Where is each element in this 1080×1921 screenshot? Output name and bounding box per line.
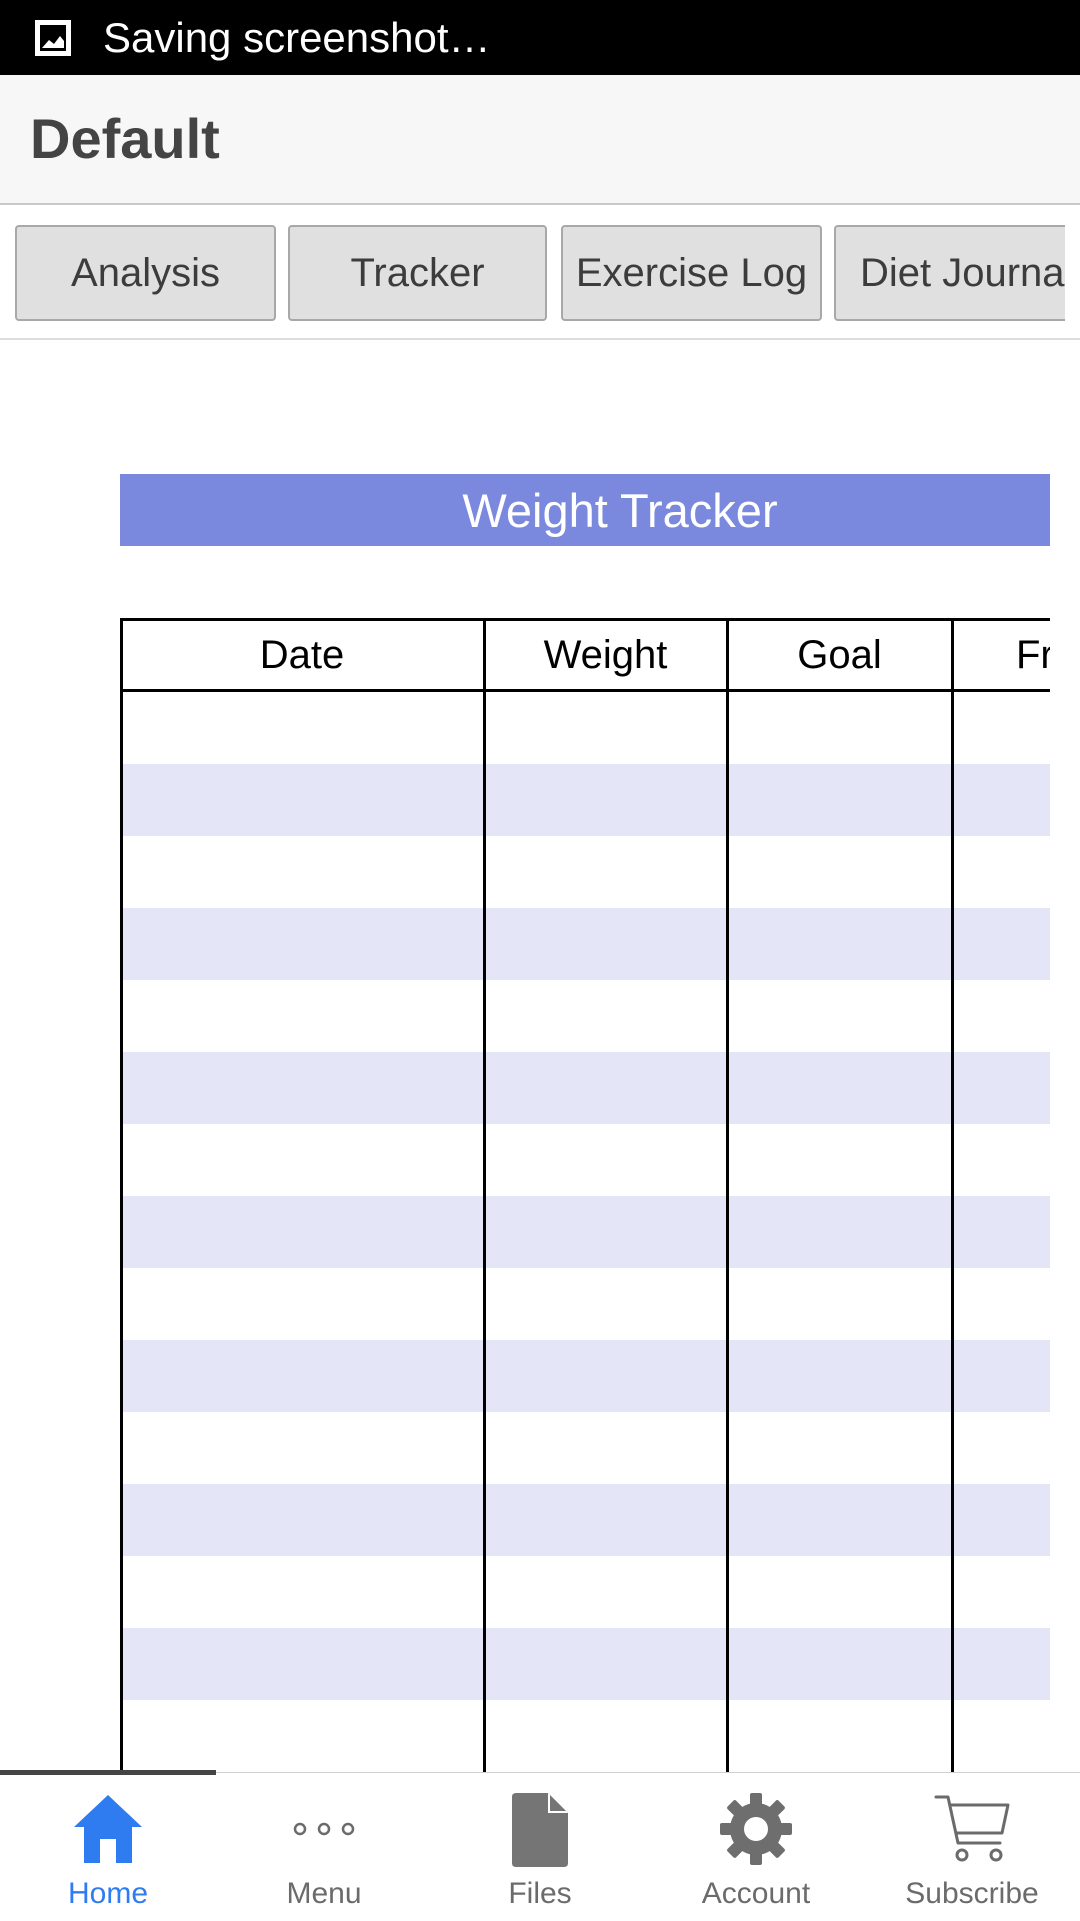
table-row[interactable] — [120, 1628, 1050, 1700]
column-header-fr[interactable]: Fr — [952, 621, 1050, 689]
gear-icon — [716, 1789, 796, 1869]
nav-menu[interactable]: Menu — [216, 1773, 432, 1921]
image-icon — [33, 18, 73, 58]
tab-diet-journal[interactable]: Diet Journal — [834, 225, 1065, 321]
tab-analysis[interactable]: Analysis — [15, 225, 276, 321]
table-row[interactable] — [120, 1124, 1050, 1196]
grid-line — [951, 618, 954, 1772]
nav-label-home: Home — [67, 1877, 149, 1910]
status-text: Saving screenshot… — [103, 13, 491, 61]
table-row[interactable] — [120, 1268, 1050, 1340]
tab-exercise-log[interactable]: Exercise Log — [561, 225, 822, 321]
more-icon — [284, 1789, 364, 1869]
bottom-nav: Home Menu Files Account Subscribe — [0, 1770, 1080, 1921]
column-header-date[interactable]: Date — [120, 621, 484, 689]
nav-files[interactable]: Files — [432, 1773, 648, 1921]
table-row[interactable] — [120, 1484, 1050, 1556]
nav-label-subscribe: Subscribe — [905, 1877, 1039, 1910]
nav-label-account: Account — [701, 1877, 811, 1910]
tracker-table[interactable]: Date Weight Goal Fr — [120, 618, 1050, 1772]
nav-label-files: Files — [508, 1877, 572, 1910]
file-icon — [500, 1789, 580, 1869]
table-row[interactable] — [120, 1196, 1050, 1268]
cart-icon — [932, 1789, 1012, 1869]
nav-home[interactable]: Home — [0, 1773, 216, 1921]
table-row[interactable] — [120, 1052, 1050, 1124]
grid-line — [726, 618, 729, 1772]
table-row[interactable] — [120, 908, 1050, 980]
table-row[interactable] — [120, 836, 1050, 908]
nav-label-menu: Menu — [286, 1877, 362, 1910]
home-icon — [68, 1789, 148, 1869]
table-row[interactable] — [120, 1700, 1050, 1772]
nav-account[interactable]: Account — [648, 1773, 864, 1921]
table-row[interactable] — [120, 764, 1050, 836]
table-header: Date Weight Goal Fr — [120, 618, 1050, 692]
column-header-goal[interactable]: Goal — [727, 621, 952, 689]
grid-line — [483, 618, 486, 1772]
table-row[interactable] — [120, 692, 1050, 764]
column-header-weight[interactable]: Weight — [484, 621, 727, 689]
table-row[interactable] — [120, 1556, 1050, 1628]
tab-tracker[interactable]: Tracker — [288, 225, 547, 321]
nav-subscribe[interactable]: Subscribe — [864, 1773, 1080, 1921]
sheet-canvas[interactable]: Weight Tracker Date Weight Goal Fr — [0, 340, 1080, 1772]
sheet-title-banner: Weight Tracker — [120, 474, 1050, 546]
table-row[interactable] — [120, 980, 1050, 1052]
table-row[interactable] — [120, 1412, 1050, 1484]
sheet-tab-strip: Analysis Tracker Exercise Log Diet Journ… — [0, 205, 1080, 340]
page-title: Default — [30, 107, 220, 170]
grid-line — [120, 618, 123, 1772]
status-bar: Saving screenshot… — [0, 0, 1080, 75]
app-header: Default — [0, 75, 1080, 205]
table-row[interactable] — [120, 1340, 1050, 1412]
